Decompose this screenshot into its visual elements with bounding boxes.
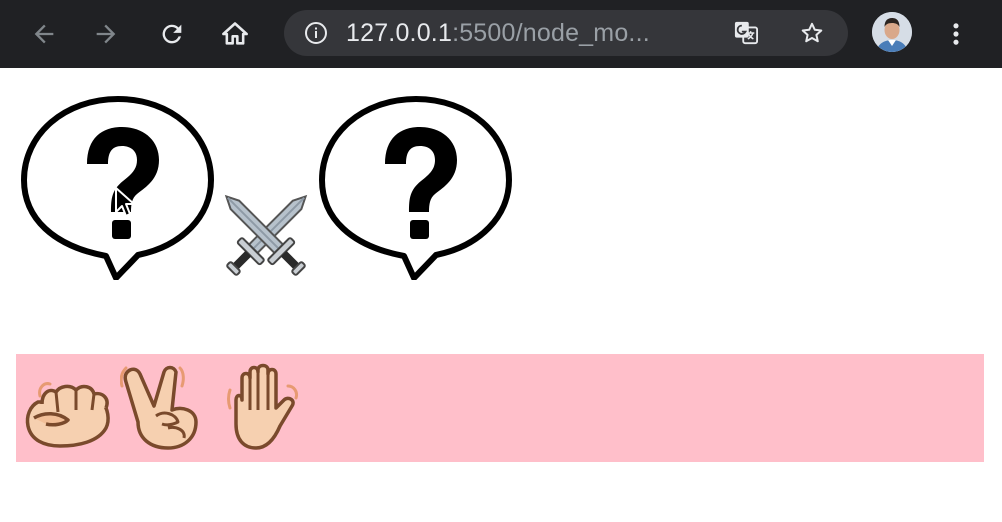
browser-toolbar: 127.0.0.1:5500/node_mo...: [0, 0, 1002, 68]
crossed-swords-icon: [224, 194, 308, 276]
home-icon: [222, 22, 248, 45]
url-text[interactable]: 127.0.0.1:5500/node_mo...: [346, 20, 650, 46]
scissors-button[interactable]: [119, 362, 202, 459]
paper-button[interactable]: [224, 362, 306, 459]
page-content: [0, 68, 1002, 522]
reload-icon: [162, 24, 182, 44]
avatar[interactable]: [872, 12, 912, 52]
back-button[interactable]: [22, 12, 66, 56]
address-bar[interactable]: 127.0.0.1:5500/node_mo...: [284, 10, 848, 56]
menu-button[interactable]: [934, 12, 978, 56]
paper-hand-icon: [227, 363, 298, 450]
translate-icon[interactable]: [734, 21, 758, 45]
more-vert-icon: [953, 23, 959, 45]
reload-button[interactable]: [150, 12, 194, 56]
home-button[interactable]: [213, 12, 257, 56]
scissors-hand-icon: [119, 365, 198, 450]
url-host: 127.0.0.1: [346, 19, 453, 47]
forward-button[interactable]: [84, 12, 128, 56]
url-path: :5500/node_mo...: [452, 19, 650, 47]
computer-choice: [318, 94, 514, 285]
mouse-cursor-icon: [114, 186, 138, 225]
star-icon[interactable]: [800, 21, 824, 45]
question-bubble-icon: [319, 96, 512, 281]
rock-fist-icon: [25, 382, 110, 448]
info-icon[interactable]: [304, 21, 328, 45]
versus-swords: [212, 184, 320, 293]
hand-choices-bar: [16, 354, 984, 462]
rock-button[interactable]: [20, 362, 112, 459]
back-arrow-icon: [34, 24, 54, 44]
forward-arrow-icon: [96, 24, 116, 44]
